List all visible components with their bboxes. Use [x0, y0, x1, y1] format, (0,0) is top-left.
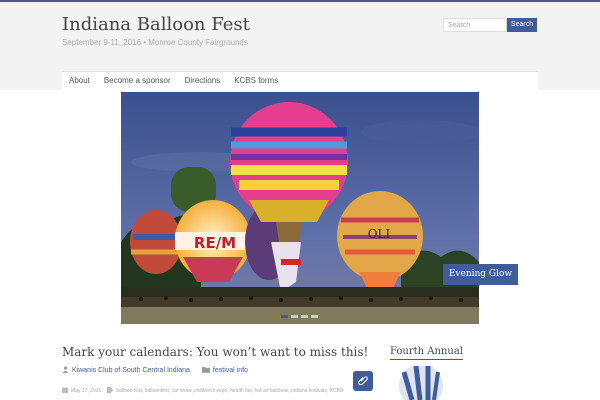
- nav-item-kcbs-forms[interactable]: KCBS forms: [227, 72, 285, 90]
- post-tags[interactable]: balloon fest, balloonfest, car show, chi…: [107, 387, 343, 395]
- post-author[interactable]: Kiwanis Club of South Central Indiana: [62, 366, 190, 375]
- tag-icon: [107, 387, 114, 395]
- nav-item-about[interactable]: About: [62, 72, 97, 90]
- post-author-name[interactable]: Kiwanis Club of South Central Indiana: [72, 367, 190, 374]
- site-title[interactable]: Indiana Balloon Fest: [62, 14, 250, 35]
- post-date-tags: May 17, 2016 balloon fest, balloonfest, …: [62, 387, 362, 395]
- slider-dot-3[interactable]: [301, 315, 308, 318]
- slider-dot-4[interactable]: [311, 315, 318, 318]
- balloon-oli-text: OLI: [368, 227, 391, 241]
- post-category[interactable]: festival info: [201, 366, 248, 375]
- slider-pagination: [281, 315, 318, 318]
- calendar-icon: [62, 387, 68, 395]
- search-button[interactable]: Search: [507, 18, 537, 32]
- user-icon: [62, 366, 69, 375]
- nav-item-directions[interactable]: Directions: [178, 72, 228, 90]
- post-meta: Kiwanis Club of South Central Indiana fe…: [62, 366, 248, 375]
- slider-dot-1[interactable]: [281, 315, 288, 318]
- sidebar-widget-title: Fourth Annual: [390, 346, 463, 360]
- paperclip-icon: [358, 372, 368, 390]
- post-title[interactable]: Mark your calendars: You won’t want to m…: [62, 345, 368, 359]
- slider-dot-2[interactable]: [291, 315, 298, 318]
- top-accent-bar: [0, 0, 600, 2]
- hot-air-balloons-photo: RE/M OLI: [121, 92, 479, 324]
- post-tags-text[interactable]: balloon fest, balloonfest, car show, chi…: [116, 388, 343, 394]
- balloon-logo-icon: [399, 364, 443, 400]
- post-date-text[interactable]: May 17, 2016: [71, 388, 101, 394]
- image-slider[interactable]: RE/M OLI: [121, 92, 479, 324]
- nav-item-become-a-sponsor[interactable]: Become a sponsor: [97, 72, 178, 90]
- site-tagline: September 9-11, 2016 • Monroe County Fai…: [62, 38, 248, 47]
- post-date[interactable]: May 17, 2016: [62, 387, 101, 395]
- folder-icon: [201, 366, 210, 375]
- main-navigation: About Become a sponsor Directions KCBS f…: [62, 71, 538, 90]
- sidebar-balloon-image[interactable]: [396, 364, 446, 400]
- search-input[interactable]: Search: [443, 18, 507, 32]
- balloon-remax-text: RE/M: [194, 234, 236, 252]
- post-category-name[interactable]: festival info: [213, 367, 248, 374]
- post-format-link-button[interactable]: [353, 371, 373, 391]
- slider-caption: Evening Glow: [443, 264, 518, 285]
